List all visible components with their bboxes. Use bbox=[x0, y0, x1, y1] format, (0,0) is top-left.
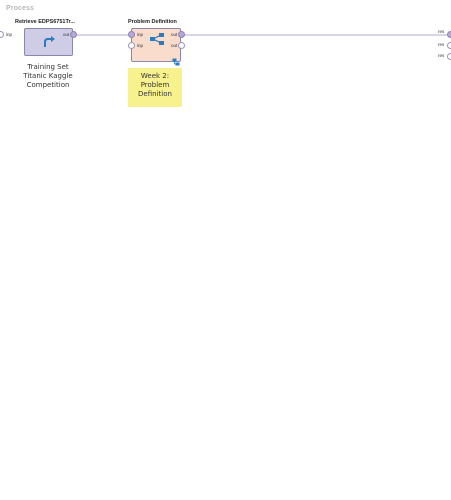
problem-definition-operator[interactable]: inp inp out out bbox=[131, 28, 181, 66]
subprocess-network-icon bbox=[149, 32, 165, 46]
caption-line: Competition bbox=[26, 81, 70, 89]
process-canvas[interactable]: Process inp res res res Retrieve EDPS675… bbox=[0, 0, 451, 500]
result-port-3[interactable] bbox=[447, 53, 451, 60]
retrieve-out-port-label: out bbox=[63, 32, 70, 37]
retrieve-operator[interactable]: out bbox=[24, 28, 73, 56]
note-line: Problem bbox=[140, 81, 170, 89]
problem-definition-out-port-label-2: out bbox=[171, 43, 178, 48]
problem-definition-in-port-label-1: inp bbox=[137, 32, 144, 37]
note-line: Definition bbox=[138, 90, 172, 98]
problem-definition-input-port-1[interactable] bbox=[128, 31, 135, 38]
result-port-2[interactable] bbox=[447, 42, 451, 49]
problem-definition-title: Problem Definition bbox=[128, 19, 177, 25]
caption-line: Training Set bbox=[27, 63, 69, 71]
result-port-1[interactable] bbox=[447, 31, 451, 38]
caption-line: Titanic Kaggle bbox=[23, 72, 73, 80]
subprocess-badge-icon[interactable] bbox=[172, 53, 180, 66]
retrieve-operator-caption: Training Set Titanic Kaggle Competition bbox=[12, 63, 84, 90]
result-port-label-1: res bbox=[438, 29, 445, 34]
problem-definition-out-port-label-1: out bbox=[171, 32, 178, 37]
process-input-port-label: inp bbox=[6, 32, 13, 37]
retrieve-operator-title: Retrieve EDPS6751Tr... bbox=[15, 19, 75, 25]
note-line: Week 2: bbox=[140, 72, 170, 80]
problem-definition-output-port-1[interactable] bbox=[178, 31, 185, 38]
retrieve-arrow-icon bbox=[42, 35, 56, 49]
result-port-label-2: res bbox=[438, 42, 445, 47]
problem-definition-input-port-2[interactable] bbox=[128, 42, 135, 49]
problem-definition-output-port-2[interactable] bbox=[178, 42, 185, 49]
problem-definition-in-port-label-2: inp bbox=[137, 43, 144, 48]
sticky-note[interactable]: Week 2: Problem Definition bbox=[128, 68, 182, 107]
retrieve-output-port[interactable] bbox=[70, 31, 77, 38]
result-port-label-3: res bbox=[438, 53, 445, 58]
